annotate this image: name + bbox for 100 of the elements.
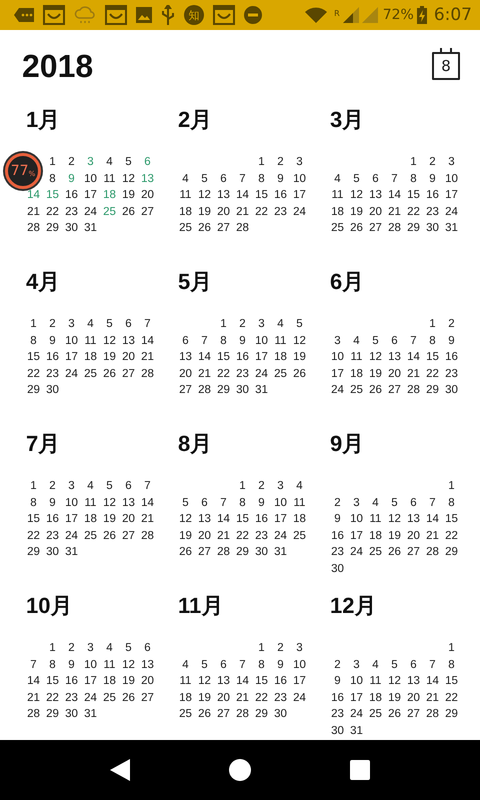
day-number[interactable]: 18 — [176, 690, 195, 706]
day-number[interactable]: 7 — [233, 170, 252, 187]
day-number[interactable]: 24 — [347, 544, 366, 560]
day-number[interactable]: 15 — [442, 511, 461, 528]
day-number[interactable]: 20 — [214, 204, 233, 220]
day-number[interactable]: 27 — [138, 204, 157, 220]
day-number[interactable]: 4 — [100, 640, 119, 656]
day-number[interactable]: 31 — [81, 706, 100, 722]
day-number[interactable]: 2 — [328, 494, 347, 511]
day-number[interactable]: 7 — [233, 656, 252, 673]
day-number[interactable]: 4 — [328, 170, 347, 187]
day-number[interactable]: 29 — [404, 220, 423, 236]
day-number[interactable]: 4 — [81, 316, 100, 332]
day-number[interactable]: 5 — [385, 656, 404, 673]
day-number[interactable]: 16 — [328, 690, 347, 706]
day-number[interactable]: 26 — [366, 382, 385, 398]
day-number[interactable]: 12 — [347, 187, 366, 204]
back-icon[interactable] — [110, 759, 130, 781]
day-number[interactable]: 6 — [214, 170, 233, 187]
day-number[interactable]: 7 — [423, 494, 442, 511]
day-number[interactable]: 20 — [176, 366, 195, 382]
day-number[interactable]: 8 — [404, 170, 423, 187]
day-number[interactable]: 12 — [385, 511, 404, 528]
day-number[interactable]: 28 — [404, 382, 423, 398]
day-number[interactable]: 6 — [119, 478, 138, 494]
day-number[interactable]: 4 — [366, 494, 385, 511]
day-number[interactable]: 30 — [43, 544, 62, 560]
day-number[interactable]: 31 — [271, 544, 290, 560]
day-number[interactable]: 3 — [62, 478, 81, 494]
day-number[interactable]: 7 — [138, 478, 157, 494]
day-number[interactable]: 26 — [119, 690, 138, 706]
day-number[interactable]: 12 — [119, 656, 138, 673]
day-number[interactable]: 30 — [62, 220, 81, 236]
day-number[interactable]: 19 — [290, 349, 309, 366]
day-number[interactable]: 29 — [24, 544, 43, 560]
day-number[interactable]: 20 — [119, 511, 138, 528]
day-number[interactable]: 2 — [271, 640, 290, 656]
day-number[interactable]: 8 — [233, 494, 252, 511]
day-number[interactable]: 22 — [214, 366, 233, 382]
day-number[interactable]: 24 — [252, 366, 271, 382]
day-number[interactable]: 3 — [290, 154, 309, 170]
day-number[interactable]: 9 — [233, 332, 252, 349]
day-number[interactable]: 20 — [366, 204, 385, 220]
day-number[interactable]: 17 — [81, 187, 100, 204]
day-number[interactable]: 20 — [138, 187, 157, 204]
day-number[interactable]: 31 — [81, 220, 100, 236]
day-number[interactable]: 30 — [328, 722, 347, 739]
day-number[interactable]: 13 — [176, 349, 195, 366]
day-number[interactable]: 23 — [62, 204, 81, 220]
day-number[interactable]: 30 — [252, 544, 271, 560]
day-number[interactable]: 6 — [138, 640, 157, 656]
day-number[interactable]: 18 — [100, 187, 119, 204]
day-number[interactable]: 20 — [385, 366, 404, 382]
day-number[interactable]: 13 — [195, 511, 214, 528]
day-number[interactable]: 2 — [423, 154, 442, 170]
day-number[interactable]: 18 — [290, 511, 309, 528]
day-number[interactable]: 7 — [24, 656, 43, 673]
day-number[interactable]: 5 — [119, 640, 138, 656]
day-number[interactable]: 3 — [347, 494, 366, 511]
day-number[interactable]: 16 — [62, 187, 81, 204]
day-number[interactable]: 14 — [138, 332, 157, 349]
day-number[interactable]: 10 — [290, 656, 309, 673]
day-number[interactable]: 15 — [214, 349, 233, 366]
day-number[interactable]: 26 — [347, 220, 366, 236]
day-number[interactable]: 1 — [214, 316, 233, 332]
day-number[interactable]: 14 — [138, 494, 157, 511]
day-number[interactable]: 18 — [81, 511, 100, 528]
day-number[interactable]: 15 — [233, 511, 252, 528]
day-number[interactable]: 24 — [81, 690, 100, 706]
day-number[interactable]: 7 — [404, 332, 423, 349]
day-number[interactable]: 26 — [290, 366, 309, 382]
day-number[interactable]: 19 — [119, 187, 138, 204]
day-number[interactable]: 19 — [100, 349, 119, 366]
day-number[interactable]: 17 — [347, 690, 366, 706]
day-number[interactable]: 12 — [195, 673, 214, 690]
day-number[interactable]: 24 — [347, 706, 366, 722]
day-number[interactable]: 16 — [62, 673, 81, 690]
day-number[interactable]: 1 — [442, 640, 461, 656]
day-number[interactable]: 5 — [385, 494, 404, 511]
day-number[interactable]: 26 — [385, 544, 404, 560]
day-number[interactable]: 23 — [271, 204, 290, 220]
day-number[interactable]: 23 — [43, 528, 62, 544]
day-number[interactable]: 19 — [385, 690, 404, 706]
day-number[interactable]: 15 — [24, 349, 43, 366]
day-number[interactable]: 10 — [81, 170, 100, 187]
day-number[interactable]: 7 — [385, 170, 404, 187]
day-number[interactable]: 29 — [442, 544, 461, 560]
day-number[interactable]: 14 — [24, 673, 43, 690]
day-number[interactable]: 1 — [404, 154, 423, 170]
day-number[interactable]: 8 — [442, 656, 461, 673]
day-number[interactable]: 28 — [233, 220, 252, 236]
day-number[interactable]: 2 — [43, 316, 62, 332]
day-number[interactable]: 6 — [176, 332, 195, 349]
day-number[interactable]: 11 — [81, 332, 100, 349]
day-number[interactable]: 10 — [271, 494, 290, 511]
day-number[interactable]: 30 — [423, 220, 442, 236]
day-number[interactable]: 28 — [24, 706, 43, 722]
day-number[interactable]: 17 — [290, 673, 309, 690]
day-number[interactable]: 5 — [195, 656, 214, 673]
day-number[interactable]: 18 — [81, 349, 100, 366]
